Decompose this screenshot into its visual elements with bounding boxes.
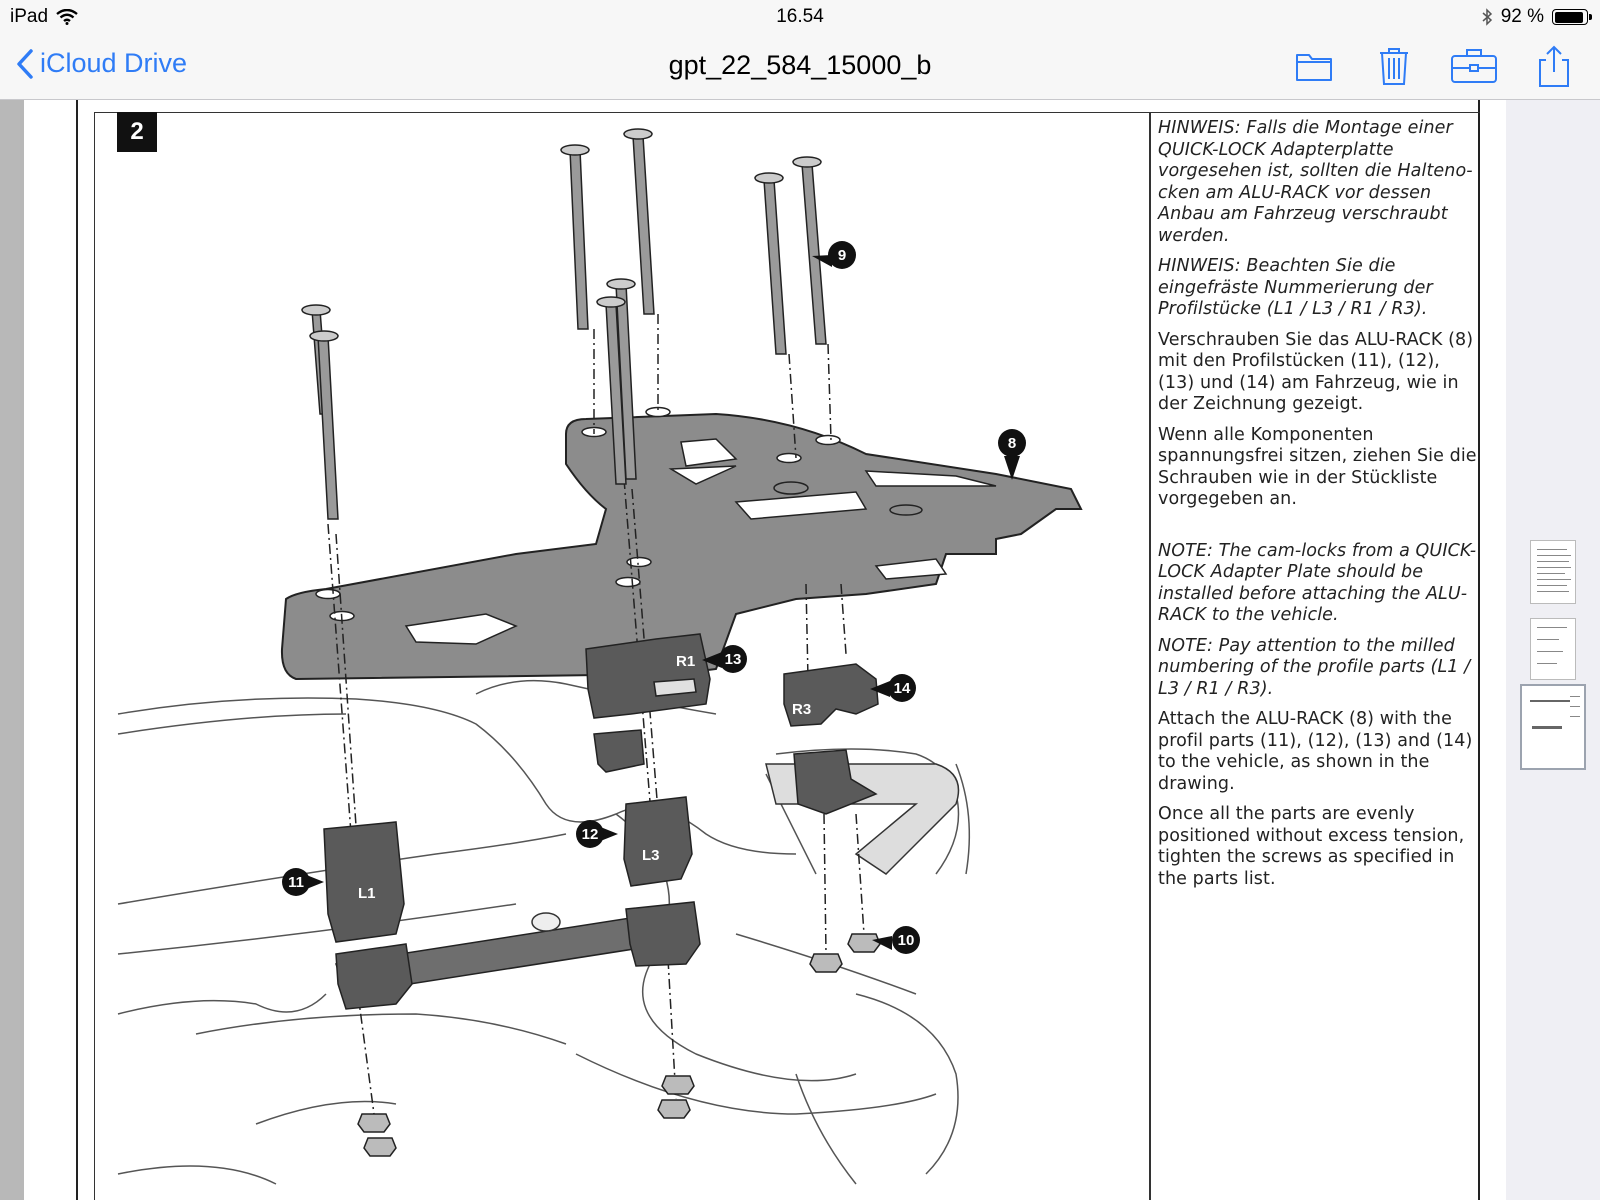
battery-percent: 92 % [1500, 6, 1544, 27]
svg-text:12: 12 [582, 826, 599, 843]
thumbnail-page-3[interactable] [1520, 684, 1586, 770]
nav-bar: iCloud Drive gpt_22_584_15000_b [0, 34, 1600, 100]
note-en-1: NOTE: The cam-locks from a QUICK-LOCK Ad… [1158, 540, 1477, 626]
note-de-2: HINWEIS: Beachten Sie die eingefräste Nu… [1158, 256, 1433, 319]
status-time: 16.54 [776, 6, 824, 27]
svg-text:10: 10 [898, 932, 915, 949]
trash-icon[interactable] [1372, 44, 1416, 88]
note-en-4: Once all the parts are evenly positioned… [1158, 804, 1465, 889]
part-label-r3: R3 [792, 701, 811, 718]
note-de-1: HINWEIS: Falls die Montage einer QUICK-L… [1158, 118, 1473, 246]
thumbnail-strip [1506, 100, 1600, 1200]
note-en-2: NOTE: Pay attention to the milled number… [1158, 635, 1471, 699]
share-icon[interactable] [1532, 44, 1576, 88]
svg-text:9: 9 [838, 247, 846, 264]
battery-fill [1554, 11, 1584, 23]
callout-8: 8 [998, 429, 1026, 480]
svg-text:8: 8 [1008, 435, 1016, 452]
toolbox-icon[interactable] [1450, 44, 1498, 88]
assembly-diagram: R1 R3 L1 L3 8 9 10 11 12 13 14 [117, 128, 1083, 1185]
bluetooth-icon [1482, 8, 1492, 26]
callout-12: 12 [576, 820, 618, 848]
thumbnail-page-2[interactable] [1530, 618, 1576, 680]
battery-icon [1552, 9, 1592, 25]
svg-text:13: 13 [725, 651, 742, 668]
column-divider [1149, 113, 1151, 1200]
document-title: gpt_22_584_15000_b [668, 50, 932, 80]
callout-10: 10 [872, 926, 920, 954]
thumbnail-page-1[interactable] [1530, 540, 1576, 604]
status-right: 92 % [1481, 6, 1592, 28]
note-de-4: Wenn alle Komponenten spannungsfrei sitz… [1158, 424, 1477, 510]
folder-icon[interactable] [1292, 44, 1336, 88]
svg-text:11: 11 [288, 874, 304, 891]
part-label-l1: L1 [358, 885, 376, 902]
status-bar: iPad 16.54 92 % [0, 0, 1600, 34]
part-label-l3: L3 [642, 847, 660, 864]
note-en-3: Attach the ALU-RACK (8) with the profil … [1158, 709, 1473, 794]
part-label-r1: R1 [676, 653, 695, 670]
instruction-notes: HINWEIS: Falls die Montage einer QUICK-L… [1158, 118, 1478, 899]
svg-text:14: 14 [894, 680, 911, 697]
note-de-3: Verschrauben Sie das ALU-RACK (8) mit de… [1158, 329, 1474, 415]
